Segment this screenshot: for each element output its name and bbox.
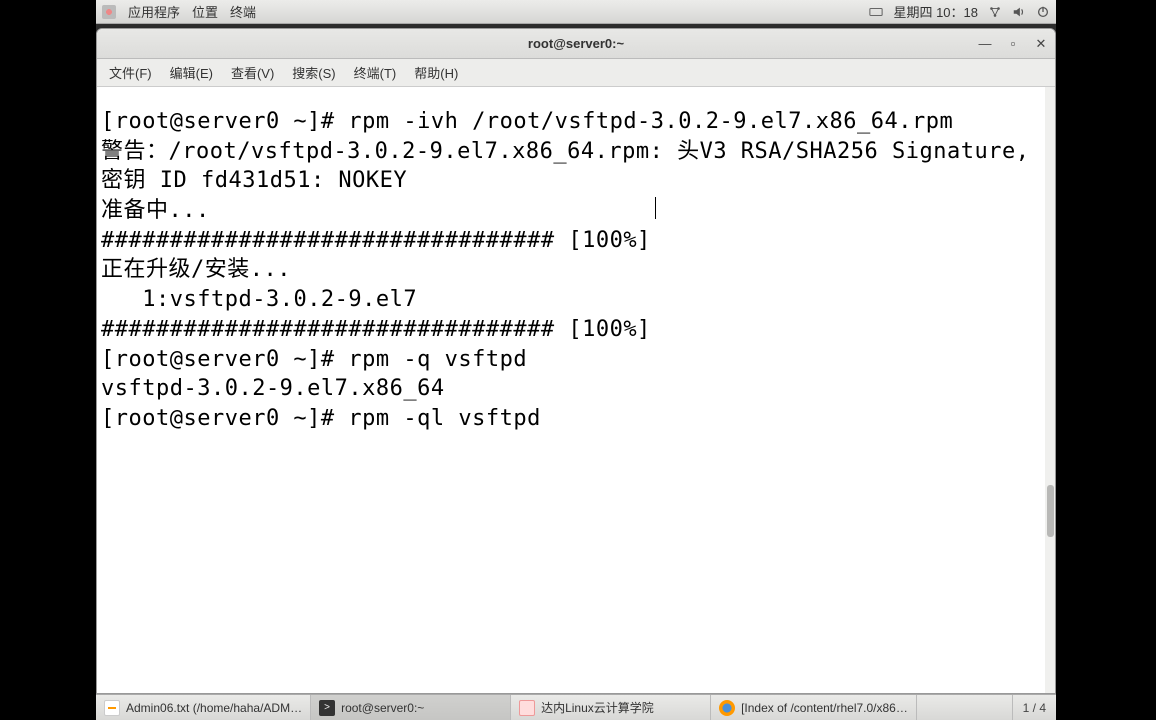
taskbar-label: root@server0:~ — [341, 701, 424, 715]
taskbar: Admin06.txt (/home/haha/ADM… root@server… — [96, 694, 1056, 720]
taskbar-label: 达内Linux云计算学院 — [541, 699, 654, 716]
taskbar-item-firefox[interactable]: [Index of /content/rhel7.0/x86… — [711, 695, 917, 720]
activities-icon[interactable] — [102, 5, 116, 19]
taskbar-item-document[interactable]: 达内Linux云计算学院 — [511, 695, 711, 720]
terminal-icon — [319, 700, 335, 716]
keyboard-icon[interactable] — [869, 5, 883, 19]
places-menu[interactable]: 位置 — [192, 2, 218, 21]
window-title: root@server0:~ — [97, 36, 1055, 51]
text-cursor-icon — [655, 197, 656, 219]
text-editor-icon — [104, 700, 120, 716]
top-panel-left: 应用程序 位置 终端 — [102, 2, 256, 21]
terminal-window: root@server0:~ — ▫ ✕ 文件(F) 编辑(E) 查看(V) 搜… — [96, 28, 1056, 694]
menu-view[interactable]: 查看(V) — [223, 60, 282, 85]
clock[interactable]: 星期四 10：18 — [893, 2, 978, 21]
menu-search[interactable]: 搜索(S) — [284, 60, 343, 85]
network-icon[interactable] — [988, 5, 1002, 19]
menu-file[interactable]: 文件(F) — [101, 60, 160, 85]
desktop: 应用程序 位置 终端 星期四 10：18 root@server0:~ — — [96, 0, 1056, 720]
power-icon[interactable] — [1036, 5, 1050, 19]
top-panel-right: 星期四 10：18 — [869, 2, 1050, 21]
menu-help[interactable]: 帮助(H) — [406, 60, 466, 85]
taskbar-item-terminal[interactable]: root@server0:~ — [311, 695, 511, 720]
firefox-icon — [719, 700, 735, 716]
menubar: 文件(F) 编辑(E) 查看(V) 搜索(S) 终端(T) 帮助(H) — [97, 59, 1055, 87]
minimize-button[interactable]: — — [977, 36, 993, 52]
maximize-button[interactable]: ▫ — [1005, 36, 1021, 52]
titlebar[interactable]: root@server0:~ — ▫ ✕ — [97, 29, 1055, 59]
titlebar-controls: — ▫ ✕ — [977, 36, 1049, 52]
applications-menu[interactable]: 应用程序 — [128, 2, 180, 21]
document-icon — [519, 700, 535, 716]
workspace-indicator[interactable]: 1 / 4 — [1012, 695, 1056, 720]
terminal-menu[interactable]: 终端 — [230, 2, 256, 21]
volume-icon[interactable] — [1012, 5, 1026, 19]
taskbar-label: [Index of /content/rhel7.0/x86… — [741, 701, 908, 715]
taskbar-label: Admin06.txt (/home/haha/ADM… — [126, 701, 302, 715]
top-panel: 应用程序 位置 终端 星期四 10：18 — [96, 0, 1056, 24]
scrollbar[interactable] — [1045, 87, 1055, 693]
terminal-body[interactable]: [root@server0 ~]# rpm -ivh /root/vsftpd-… — [97, 87, 1055, 693]
taskbar-item-editor[interactable]: Admin06.txt (/home/haha/ADM… — [96, 695, 311, 720]
scrollbar-thumb[interactable] — [1047, 485, 1054, 537]
terminal-output: [root@server0 ~]# rpm -ivh /root/vsftpd-… — [101, 107, 1051, 434]
menu-edit[interactable]: 编辑(E) — [162, 60, 221, 85]
close-button[interactable]: ✕ — [1033, 36, 1049, 52]
menu-terminal[interactable]: 终端(T) — [346, 60, 405, 85]
